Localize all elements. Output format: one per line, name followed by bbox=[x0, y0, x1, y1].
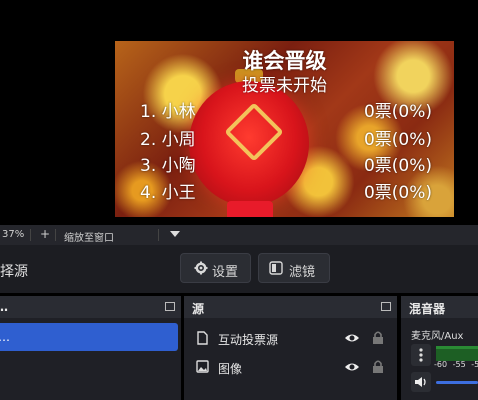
image-icon bbox=[196, 360, 209, 373]
triangle-down-icon[interactable] bbox=[170, 231, 180, 237]
mixer-panel-header: 混音器 bbox=[401, 296, 478, 318]
lock-icon[interactable] bbox=[372, 330, 384, 345]
vote-status: 投票未开始 bbox=[242, 76, 327, 96]
mixer-panel: 混音器 麦克风/Aux -60 -55 -5 bbox=[401, 296, 478, 400]
select-source-label: 择源 bbox=[0, 264, 28, 280]
candidate-name: 2. 小周 bbox=[140, 130, 196, 150]
candidate-count: 0票(0%) bbox=[363, 156, 432, 176]
source-label: 图像 bbox=[218, 362, 243, 376]
source-toolbar: 择源 设置 滤镜 bbox=[0, 245, 478, 293]
candidate-count: 0票(0%) bbox=[363, 102, 432, 122]
candidate-name: 1. 小林 bbox=[140, 102, 196, 122]
mixer-channel-label: 麦克风/Aux bbox=[411, 331, 464, 342]
source-item[interactable]: 图像 bbox=[184, 355, 397, 381]
scenes-panel-title: … bbox=[0, 300, 8, 314]
settings-button[interactable]: 设置 bbox=[180, 253, 251, 283]
divider bbox=[55, 229, 56, 241]
scenes-panel: … … bbox=[0, 296, 181, 400]
meter-scale: -60 -55 -5 bbox=[434, 360, 478, 369]
kebab-menu-icon bbox=[419, 348, 423, 362]
meter-tick: -55 bbox=[452, 360, 466, 369]
candidate-count: 0票(0%) bbox=[363, 130, 432, 150]
volume-meter bbox=[436, 346, 478, 361]
scenes-panel-header: … bbox=[0, 296, 181, 318]
zoom-bar: 37% + 缩放至窗口 bbox=[0, 225, 478, 245]
volume-slider[interactable] bbox=[436, 381, 478, 384]
lock-icon[interactable] bbox=[372, 359, 384, 374]
file-icon bbox=[197, 331, 208, 345]
filter-button[interactable]: 滤镜 bbox=[258, 253, 330, 283]
mute-button[interactable] bbox=[411, 372, 431, 392]
eye-icon[interactable] bbox=[344, 332, 360, 344]
meter-tick: -5 bbox=[471, 360, 478, 369]
settings-label: 设置 bbox=[212, 265, 239, 280]
source-item[interactable]: 互动投票源 bbox=[184, 326, 397, 352]
speaker-icon bbox=[415, 377, 426, 387]
mixer-menu-button[interactable] bbox=[411, 344, 431, 366]
gear-icon bbox=[194, 261, 208, 275]
source-label: 互动投票源 bbox=[218, 333, 279, 347]
filter-icon bbox=[269, 261, 283, 275]
zoom-in-button[interactable]: + bbox=[40, 227, 50, 241]
meter-tick: -60 bbox=[434, 360, 448, 369]
zoom-level: 37% bbox=[2, 229, 25, 240]
divider bbox=[158, 229, 159, 241]
candidate-name: 4. 小王 bbox=[140, 183, 196, 203]
sources-panel-title: 源 bbox=[192, 302, 205, 316]
scene-item-label: … bbox=[0, 330, 10, 344]
filter-label: 滤镜 bbox=[289, 265, 316, 280]
zoom-fit-select[interactable]: 缩放至窗口 bbox=[64, 229, 114, 244]
undock-icon[interactable] bbox=[165, 302, 175, 311]
sources-panel: 源 互动投票源 图像 bbox=[184, 296, 397, 400]
scene-item-selected[interactable]: … bbox=[0, 323, 178, 351]
undock-icon[interactable] bbox=[381, 302, 391, 311]
lantern-tassel bbox=[227, 201, 273, 217]
candidate-count: 0票(0%) bbox=[363, 183, 432, 203]
sources-panel-header: 源 bbox=[184, 296, 397, 318]
divider bbox=[30, 229, 31, 241]
preview-canvas[interactable]: 谁会晋级 投票未开始 1. 小林 0票(0%) 2. 小周 0票(0%) 3. … bbox=[115, 41, 454, 217]
candidate-name: 3. 小陶 bbox=[140, 156, 196, 176]
eye-icon[interactable] bbox=[344, 361, 360, 373]
mixer-panel-title: 混音器 bbox=[409, 302, 446, 316]
